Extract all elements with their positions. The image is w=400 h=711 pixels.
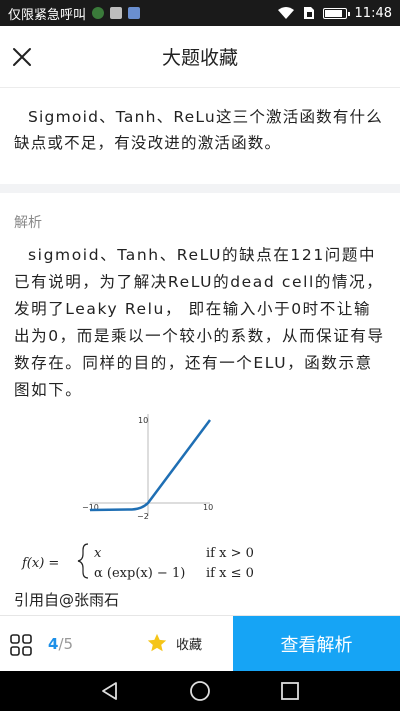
notification-icon [92, 7, 105, 19]
question-text: Sigmoid、Tanh、ReLu这三个激活函数有什么缺点或不足，有没改进的激活… [14, 108, 383, 152]
carrier-text: 仅限紧急呼叫 [8, 7, 87, 23]
recents-icon[interactable] [278, 679, 302, 703]
formula-case2-cond: if x ≤ 0 [206, 566, 254, 581]
wifi-icon [277, 7, 294, 19]
grid-icon[interactable] [10, 634, 32, 656]
favorite-button[interactable]: 收藏 [146, 632, 202, 654]
app-icon [128, 7, 141, 19]
favorite-label: 收藏 [176, 637, 203, 653]
page-indicator: 4/5 [48, 635, 73, 653]
analysis-label: 解析 [14, 215, 42, 231]
elu-figure: 10 −10 10 −2 f(x) = x if x > 0 α (exp(x)… [14, 404, 262, 590]
bottom-action-bar: 4/5 收藏 查看解析 [0, 615, 400, 672]
app-header: 大题收藏 [0, 26, 400, 88]
home-icon[interactable] [188, 679, 212, 703]
star-icon [147, 633, 167, 652]
tick-top: 10 [138, 416, 148, 425]
view-analysis-button[interactable]: 查看解析 [233, 616, 400, 672]
status-bar: 仅限紧急呼叫 11:48 [0, 0, 400, 26]
battery-level-fill [324, 9, 342, 17]
system-nav-bar [0, 671, 400, 711]
tick-right: 10 [203, 503, 213, 512]
page-title: 大题收藏 [161, 47, 238, 69]
sim-icon [303, 7, 314, 19]
close-icon[interactable] [10, 45, 34, 69]
status-notification-icons [92, 7, 141, 19]
formula-case2-expr: α (exp(x) − 1) [94, 566, 185, 581]
total-pages: 5 [63, 635, 74, 653]
analysis-text: sigmoid、Tanh、ReLU的缺点在121问题中已有说明，为了解决ReLU… [14, 246, 385, 399]
back-icon[interactable] [98, 679, 122, 703]
formula-case1-cond: if x > 0 [206, 546, 254, 561]
current-page: 4 [48, 635, 59, 653]
section-divider [0, 184, 400, 193]
formula-case1-expr: x [94, 546, 102, 561]
citation: 引用自@张雨石 [14, 591, 120, 609]
formula-lhs: f(x) = [21, 556, 59, 571]
image-icon [110, 7, 123, 19]
tick-bottom: −2 [137, 512, 149, 521]
clock: 11:48 [354, 5, 392, 21]
battery-icon [322, 7, 350, 19]
